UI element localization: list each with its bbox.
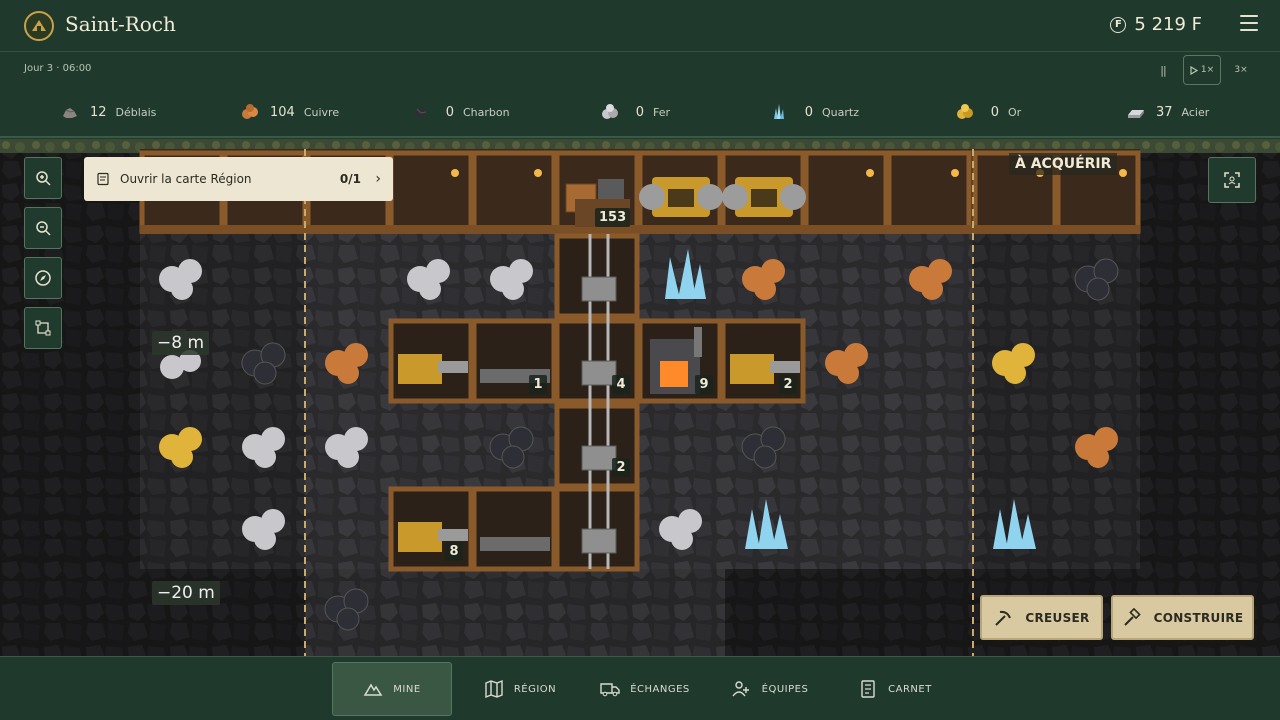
scan-button[interactable] [1208, 157, 1256, 203]
drill-count-badge: 8 [445, 542, 463, 561]
currency-icon: F [1110, 16, 1127, 33]
zoom-out-icon [36, 221, 51, 236]
mine-view[interactable]: Ouvrir la carte Région 0/1 › À ACQUÉRIR … [0, 139, 1280, 656]
zoom-out-button[interactable] [24, 207, 62, 249]
bottom-nav: MINE RÉGION ÉCHANGES ÉQUIPES CARNET [0, 656, 1280, 720]
town-logo-icon [24, 11, 54, 41]
quartz-icon [774, 104, 784, 119]
hammer-icon [1123, 607, 1141, 626]
steel-ingot-icon [1128, 110, 1144, 118]
furnace-count-badge: 9 [695, 375, 713, 394]
tab-region[interactable]: RÉGION [470, 662, 570, 716]
compass-button[interactable] [24, 257, 62, 299]
gold-ore-icon [957, 104, 973, 119]
pause-button[interactable]: || [1150, 55, 1176, 85]
build-button[interactable]: CONSTRUIRE [1111, 595, 1254, 640]
shaft-count-badge: 4 [612, 375, 630, 394]
resource-quartz: 0 Quartz [769, 102, 859, 122]
conveyor-count-badge: 1 [529, 375, 547, 394]
zoom-in-button[interactable] [24, 157, 62, 199]
resource-copper: 104 Cuivre [240, 102, 339, 122]
depth-marker-bottom: −20 m [152, 581, 220, 605]
route-icon [35, 320, 51, 336]
tab-trades[interactable]: ÉCHANGES [590, 662, 700, 716]
truck-icon [600, 683, 620, 697]
tab-mine[interactable]: MINE [332, 662, 452, 716]
menu-icon [1240, 15, 1258, 17]
time-row: Jour 3 · 06:00 || 1× 3× [0, 52, 1280, 88]
town-title: Saint-Roch [65, 12, 176, 36]
tab-notebook[interactable]: CARNET [845, 662, 945, 716]
zoom-in-icon [36, 171, 51, 186]
top-bar: Saint-Roch F 5 219 F [0, 0, 1280, 52]
drill-count-badge: 2 [779, 375, 797, 394]
quest-progress: 0/1 [339, 172, 361, 186]
quest-label: Ouvrir la carte Région [120, 172, 252, 186]
tab-teams[interactable]: ÉQUIPES [720, 662, 820, 716]
money-amount: 5 219 F [1134, 14, 1202, 35]
route-button[interactable] [24, 307, 62, 349]
compass-icon [35, 270, 51, 286]
speed-1x-button[interactable]: 1× [1183, 55, 1221, 85]
resource-iron: 0 Fer [600, 102, 670, 122]
resource-gold: 0 Or [955, 102, 1021, 122]
speed-3x-button[interactable]: 3× [1228, 55, 1254, 85]
menu-button[interactable] [1240, 15, 1258, 31]
game-clock: Jour 3 · 06:00 [24, 63, 92, 74]
iron-ore-icon [602, 104, 618, 119]
chevron-right-icon: › [375, 171, 381, 187]
resource-coal: 0 Charbon [410, 102, 510, 122]
pickaxe-icon [995, 610, 1012, 626]
team-icon [732, 681, 749, 697]
resource-bar: 12 Déblais 104 Cuivre 0 Charbon 0 Fer 0 … [0, 88, 1280, 138]
dig-button[interactable]: CREUSER [980, 595, 1103, 640]
map-icon [485, 679, 503, 699]
mine-map[interactable] [0, 139, 1280, 656]
money-display: F 5 219 F [1110, 14, 1202, 35]
resource-steel: 37 Acier [1126, 102, 1209, 122]
scan-icon [1224, 172, 1240, 188]
coal-icon [414, 107, 427, 117]
elevator-count-badge: 153 [595, 208, 631, 227]
mountain-icon [363, 683, 383, 696]
resource-rubble: 12 Déblais [60, 102, 156, 122]
notebook-icon [861, 680, 875, 698]
play-icon [1190, 65, 1198, 75]
scroll-icon [97, 172, 109, 186]
pause-icon: || [1160, 63, 1167, 77]
acquire-label: À ACQUÉRIR [1009, 153, 1118, 175]
copper-ore-icon [242, 104, 258, 119]
quest-banner[interactable]: Ouvrir la carte Région 0/1 › [84, 157, 393, 201]
rubble-icon [63, 108, 77, 118]
shaft-count-badge: 2 [612, 458, 630, 477]
depth-marker-top: −8 m [152, 331, 210, 355]
